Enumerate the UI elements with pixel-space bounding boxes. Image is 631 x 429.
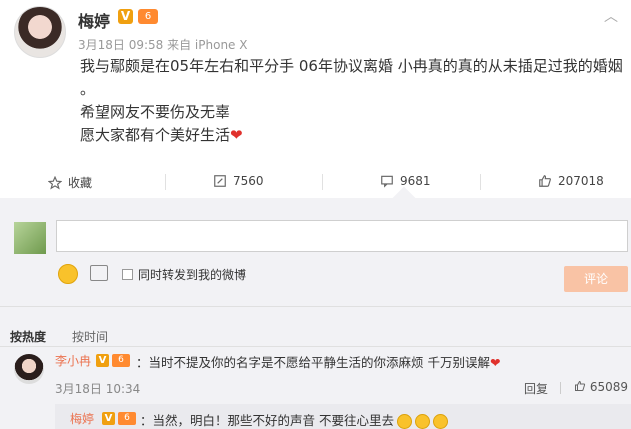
tab-sort-time[interactable]: 按时间 <box>72 328 108 345</box>
heart-icon: ❤ <box>489 355 501 370</box>
verified-badge: V <box>118 9 133 24</box>
comment-reply-button[interactable]: 回复 <box>524 380 548 397</box>
comment-input[interactable] <box>56 220 628 252</box>
divider <box>0 306 631 307</box>
comment-avatar[interactable] <box>14 354 44 384</box>
comment-icon <box>381 175 393 188</box>
author-name[interactable]: 梅婷 <box>78 8 110 32</box>
thumbs-up-icon <box>539 175 551 187</box>
verified-badge: V <box>96 354 109 367</box>
submit-comment-button[interactable]: 评论 <box>564 266 628 292</box>
favorite-label: 收藏 <box>68 176 93 190</box>
repost-icon <box>214 175 226 187</box>
comment-text: ：当时不提及你的名字是不愿给平静生活的你添麻烦 千万别误解❤ <box>136 355 501 370</box>
level-badge: 6 <box>118 412 136 425</box>
more-chevron-icon[interactable]: ︿ <box>604 6 618 26</box>
smile-emoji-icon <box>414 414 430 429</box>
post-meta: 3月18日 09:58 来自 iPhone X <box>78 38 248 52</box>
level-badge: 6 <box>138 9 158 24</box>
comment-button[interactable]: 9681 <box>380 174 431 188</box>
comment-like-button[interactable]: 65089 <box>574 380 628 394</box>
thumbs-up-icon <box>575 380 586 391</box>
divider <box>0 346 631 347</box>
post-line-1: 我与鄢颇是在05年左右和平分手 06年协议离婚 小冉真的真的从未插足过我的婚姻 … <box>80 57 623 98</box>
like-count: 207018 <box>558 174 604 188</box>
post-line-3: 愿大家都有个美好生活❤ <box>80 126 243 144</box>
comment-count: 9681 <box>400 174 431 188</box>
star-icon <box>48 175 62 190</box>
repost-count: 7560 <box>233 174 264 188</box>
also-repost-checkbox[interactable] <box>122 269 133 280</box>
sub-reply-author[interactable]: 梅婷 <box>70 410 94 427</box>
repost-button[interactable]: 7560 <box>213 174 264 188</box>
comment-author[interactable]: 李小冉 <box>55 352 91 369</box>
heart-icon: ❤ <box>230 126 243 144</box>
divider <box>560 382 561 394</box>
emoji-icon[interactable] <box>58 264 78 284</box>
verified-badge: V <box>102 412 115 425</box>
action-bar: 收藏 7560 9681 207018 <box>0 168 631 198</box>
tab-sort-hot[interactable]: 按热度 <box>10 328 46 345</box>
post-content: 我与鄢颇是在05年左右和平分手 06年协议离婚 小冉真的真的从未插足过我的婚姻 … <box>80 55 625 147</box>
author-avatar[interactable] <box>14 6 66 58</box>
sub-reply-text: ：当然，明白！那些不好的声音 不要往心里去 <box>140 410 448 429</box>
image-icon[interactable] <box>90 265 108 281</box>
like-button[interactable]: 207018 <box>538 174 604 188</box>
favorite-button[interactable]: 收藏 <box>48 174 92 191</box>
smile-emoji-icon <box>396 414 412 429</box>
smile-emoji-icon <box>432 414 448 429</box>
post-line-2: 希望网友不要伤及无辜 <box>80 103 231 121</box>
also-repost-label: 同时转发到我的微博 <box>138 268 247 282</box>
current-user-avatar <box>14 222 46 254</box>
level-badge: 6 <box>112 354 130 367</box>
comment-like-count: 65089 <box>589 380 629 394</box>
comment-time: 3月18日 10:34 <box>55 382 141 396</box>
